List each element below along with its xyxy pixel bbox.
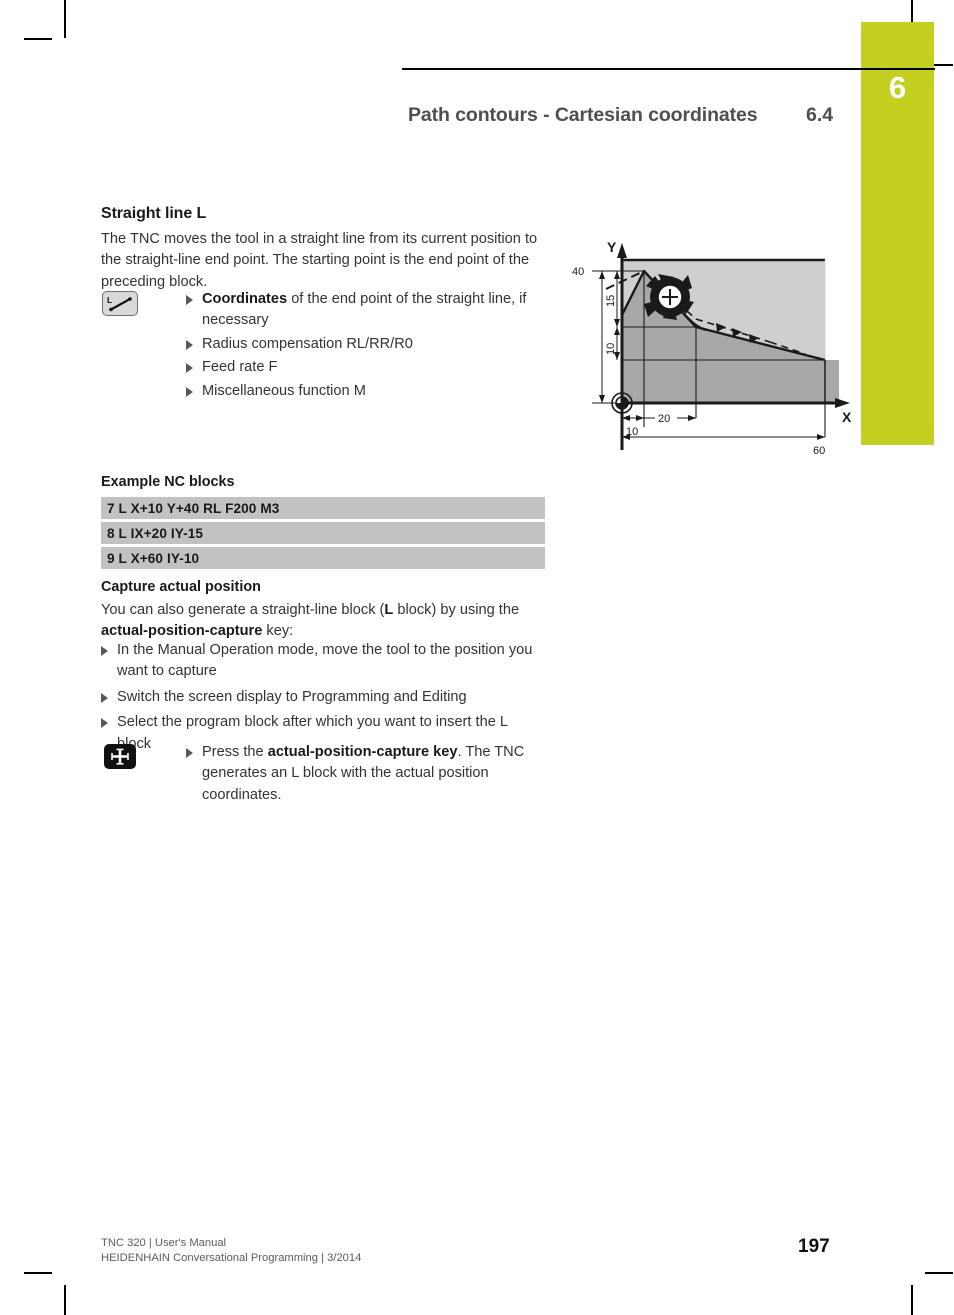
chapter-tab: 6	[861, 22, 934, 445]
crop-mark-top-left-horizontal	[24, 38, 52, 40]
capture-step-1: In the Manual Operation mode, move the t…	[117, 642, 533, 680]
actual-position-capture-key[interactable]	[104, 744, 136, 774]
bullet-triangle-icon	[101, 692, 108, 703]
section-heading: Straight line L	[101, 205, 207, 222]
footer-line-2: HEIDENHAIN Conversational Programming | …	[101, 1252, 362, 1264]
section-intro-text: The TNC moves the tool in a straight lin…	[101, 231, 538, 290]
chapter-number: 6	[888, 70, 907, 105]
crop-mark-bottom-right-horizontal	[925, 1272, 953, 1274]
nc-block-row: 8 L IX+20 IY-15	[101, 522, 545, 544]
crop-mark-bottom-left-vertical	[64, 1285, 66, 1315]
footer-line-1: TNC 320 | User's Manual	[101, 1237, 227, 1249]
list-item: Miscellaneous function M	[186, 381, 544, 402]
bullet-triangle-icon	[101, 718, 108, 729]
svg-text:10: 10	[605, 343, 617, 355]
actual-position-capture-key-icon	[104, 744, 136, 769]
header-rule	[402, 68, 935, 70]
list-item: Radius compensation RL/RR/R0	[186, 334, 544, 355]
bullet-triangle-icon	[186, 363, 193, 374]
capture-step-2: Switch the screen display to Programming…	[117, 688, 467, 705]
capture-heading: Capture actual position	[101, 579, 261, 595]
list-item: Switch the screen display to Programming…	[101, 687, 545, 708]
svg-text:L: L	[107, 295, 112, 305]
section-number: 6.4	[806, 104, 834, 126]
straight-line-key-icon: L	[102, 291, 138, 316]
list-item: Press the actual-position-capture key. T…	[186, 742, 544, 806]
crop-mark-top-left-vertical	[64, 0, 66, 38]
parameter-radius-compensation: Radius compensation RL/RR/R0	[202, 335, 413, 352]
bullet-triangle-icon	[186, 295, 193, 305]
page-title: Path contours - Cartesian coordinates	[408, 104, 758, 126]
parameter-coordinates: Coordinates of the end point of the stra…	[202, 291, 527, 329]
bullet-triangle-icon	[101, 646, 108, 656]
bullet-triangle-icon	[186, 339, 193, 350]
capture-intro-text: You can also generate a straight-line bl…	[101, 602, 520, 640]
list-item: Feed rate F	[186, 357, 544, 378]
capture-final-step: Press the actual-position-capture key. T…	[202, 744, 525, 803]
svg-text:Y: Y	[607, 239, 617, 255]
manual-page: 6 Path contours - Cartesian coordinates …	[0, 0, 954, 1315]
svg-text:20: 20	[658, 413, 670, 425]
list-item: Coordinates of the end point of the stra…	[186, 289, 544, 332]
bullet-triangle-icon	[186, 386, 193, 397]
bullet-triangle-icon	[186, 748, 193, 758]
straight-line-contour-diagram: Y X 40 15 10 10 20 60	[570, 222, 860, 467]
crop-mark-bottom-left-horizontal	[24, 1272, 52, 1274]
parameter-feed-rate: Feed rate F	[202, 359, 278, 376]
svg-text:15: 15	[605, 295, 617, 307]
svg-text:40: 40	[572, 266, 584, 278]
svg-text:60: 60	[813, 445, 825, 457]
footer: TNC 320 | User's Manual HEIDENHAIN Conve…	[101, 1236, 361, 1266]
straight-line-key[interactable]: L	[102, 291, 138, 321]
nc-example-heading: Example NC blocks	[101, 474, 235, 490]
page-number: 197	[798, 1236, 830, 1257]
list-item: In the Manual Operation mode, move the t…	[101, 640, 545, 683]
svg-text:X: X	[842, 409, 852, 425]
nc-block-row: 7 L X+10 Y+40 RL F200 M3	[101, 497, 545, 519]
nc-block-row: 9 L X+60 IY-10	[101, 547, 545, 569]
crop-mark-bottom-right-vertical	[911, 1285, 913, 1315]
parameter-miscellaneous-function: Miscellaneous function M	[202, 382, 366, 399]
